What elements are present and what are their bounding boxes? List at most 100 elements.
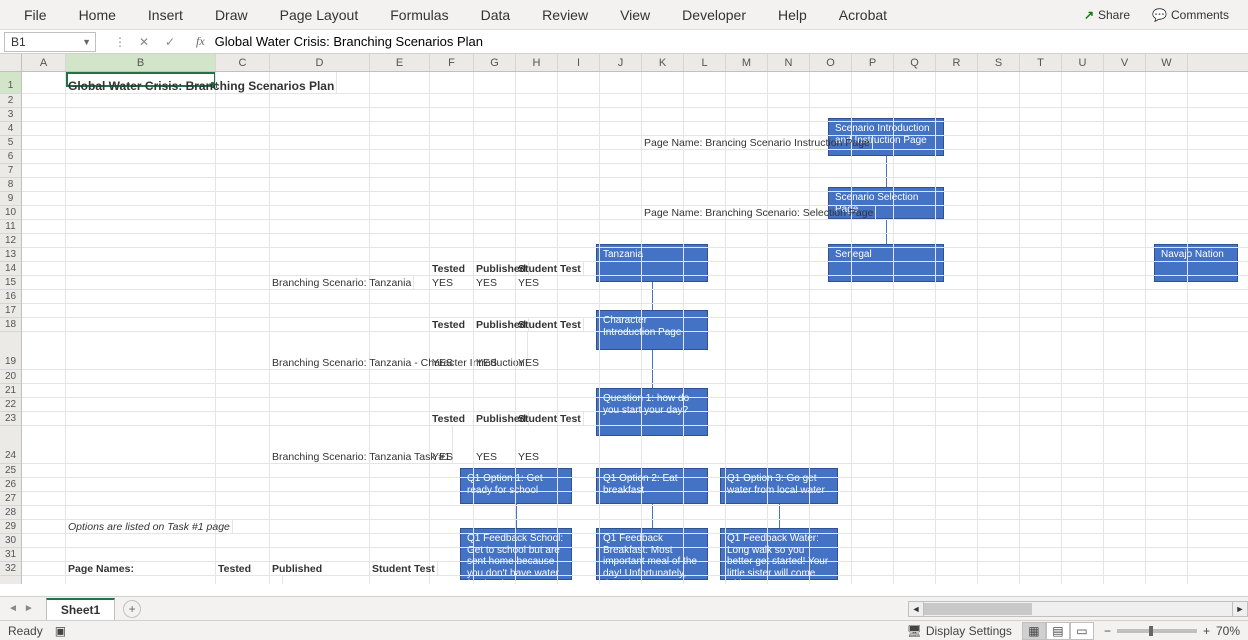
col-header-M[interactable]: M [726,54,768,71]
menu-file[interactable]: File [8,0,63,30]
zoom-out-button[interactable]: − [1104,624,1111,638]
row-header-26[interactable]: 26 [0,478,22,492]
select-all-corner[interactable] [0,54,22,71]
scroll-left-icon[interactable]: ◄ [908,601,924,617]
cell-D15[interactable]: Branching Scenario: Tanzania [270,276,414,289]
menu-formulas[interactable]: Formulas [374,0,464,30]
cell-H14[interactable]: Student Test [516,262,584,275]
row-header-32[interactable]: 32 [0,562,22,576]
menu-help[interactable]: Help [762,0,823,30]
scroll-track[interactable] [924,601,1232,617]
cell-K5[interactable]: Page Name: Brancing Scenario Instruction… [642,136,873,149]
row-header-13[interactable]: 13 [0,248,22,262]
cell-D24[interactable]: Branching Scenario: Tanzania Task #1 [270,426,453,463]
row-header-1[interactable]: 1 [0,72,22,94]
cell-F24[interactable]: YES [430,426,474,463]
menu-acrobat[interactable]: Acrobat [823,0,903,30]
row-header-3[interactable]: 3 [0,108,22,122]
col-header-N[interactable]: N [768,54,810,71]
cell-F14[interactable]: Tested [430,262,474,275]
menu-review[interactable]: Review [526,0,604,30]
col-header-R[interactable]: R [936,54,978,71]
col-header-W[interactable]: W [1146,54,1188,71]
share-button[interactable]: Share [1073,1,1141,29]
cell-F18[interactable]: Tested [430,318,474,331]
col-header-L[interactable]: L [684,54,726,71]
row-header-6[interactable]: 6 [0,150,22,164]
row-header-31[interactable]: 31 [0,548,22,562]
col-header-E[interactable]: E [370,54,430,71]
scroll-thumb[interactable] [924,603,1032,615]
row-header-10[interactable]: 10 [0,206,22,220]
tab-next-icon[interactable]: ► [24,603,34,614]
zoom-knob[interactable] [1149,626,1153,636]
row-header-7[interactable]: 7 [0,164,22,178]
row-header-27[interactable]: 27 [0,492,22,506]
chevron-down-icon[interactable]: ▼ [82,37,91,47]
row-header-14[interactable]: 14 [0,262,22,276]
view-normal-button[interactable]: ▦ [1022,622,1046,640]
cell-D33[interactable]: YES [270,576,370,584]
cell-K10[interactable]: Page Name: Branching Scenario: Selection… [642,206,876,219]
display-settings-button[interactable]: 🖥 Display Settings [907,624,1012,638]
row-header-25[interactable]: 25 [0,464,22,478]
cell-C32[interactable]: Tested [216,562,270,575]
cell-C33[interactable]: YES [216,576,270,584]
col-header-G[interactable]: G [474,54,516,71]
zoom-in-button[interactable]: + [1203,624,1210,638]
col-header-A[interactable]: A [22,54,66,71]
col-header-O[interactable]: O [810,54,852,71]
cell-B32[interactable]: Page Names: [66,562,216,575]
row-header-30[interactable]: 30 [0,534,22,548]
row-header-23[interactable]: 23 [0,412,22,426]
formula-input[interactable] [211,32,1244,52]
menu-insert[interactable]: Insert [132,0,199,30]
menu-draw[interactable]: Draw [199,0,264,30]
row-header-9[interactable]: 9 [0,192,22,206]
col-header-H[interactable]: H [516,54,558,71]
col-header-B[interactable]: B [66,54,216,71]
comments-button[interactable]: Comments [1141,1,1240,29]
cell-H23[interactable]: Student Test [516,412,584,425]
cell-F23[interactable]: Tested [430,412,474,425]
menu-home[interactable]: Home [63,0,132,30]
row-header-18[interactable]: 18 [0,318,22,332]
name-box[interactable]: B1▼ [4,32,96,52]
cell-E33[interactable]: YES [370,576,430,584]
view-page-break-button[interactable]: ▭ [1070,622,1094,640]
col-header-T[interactable]: T [1020,54,1062,71]
row-header-22[interactable]: 22 [0,398,22,412]
row-header-29[interactable]: 29 [0,520,22,534]
cell-D32[interactable]: Published [270,562,370,575]
row-header-12[interactable]: 12 [0,234,22,248]
row-header-24[interactable]: 24 [0,426,22,464]
row-header-33[interactable]: 33 [0,576,22,584]
col-header-D[interactable]: D [270,54,370,71]
enter-icon[interactable]: ✓ [162,35,178,49]
cell-G24[interactable]: YES [474,426,516,463]
menu-developer[interactable]: Developer [666,0,762,30]
cell-G19[interactable]: YES [474,332,516,369]
row-header-16[interactable]: 16 [0,290,22,304]
row-header-4[interactable]: 4 [0,122,22,136]
horizontal-scrollbar[interactable]: ◄ ► [908,601,1248,617]
cell-H19[interactable]: YES [516,332,558,369]
col-header-C[interactable]: C [216,54,270,71]
menu-page-layout[interactable]: Page Layout [264,0,375,30]
col-header-I[interactable]: I [558,54,600,71]
col-header-Q[interactable]: Q [894,54,936,71]
row-header-8[interactable]: 8 [0,178,22,192]
row-header-17[interactable]: 17 [0,304,22,318]
cell-H18[interactable]: Student Test [516,318,584,331]
row-header-11[interactable]: 11 [0,220,22,234]
cell-F15[interactable]: YES [430,276,474,289]
cell-B1[interactable]: Global Water Crisis: Branching Scenarios… [66,72,337,93]
zoom-slider[interactable] [1117,629,1197,633]
row-header-28[interactable]: 28 [0,506,22,520]
row-header-15[interactable]: 15 [0,276,22,290]
row-header-5[interactable]: 5 [0,136,22,150]
cell-H15[interactable]: YES [516,276,558,289]
add-sheet-button[interactable]: + [123,600,141,618]
cancel-icon[interactable]: ✕ [136,35,152,49]
row-header-2[interactable]: 2 [0,94,22,108]
